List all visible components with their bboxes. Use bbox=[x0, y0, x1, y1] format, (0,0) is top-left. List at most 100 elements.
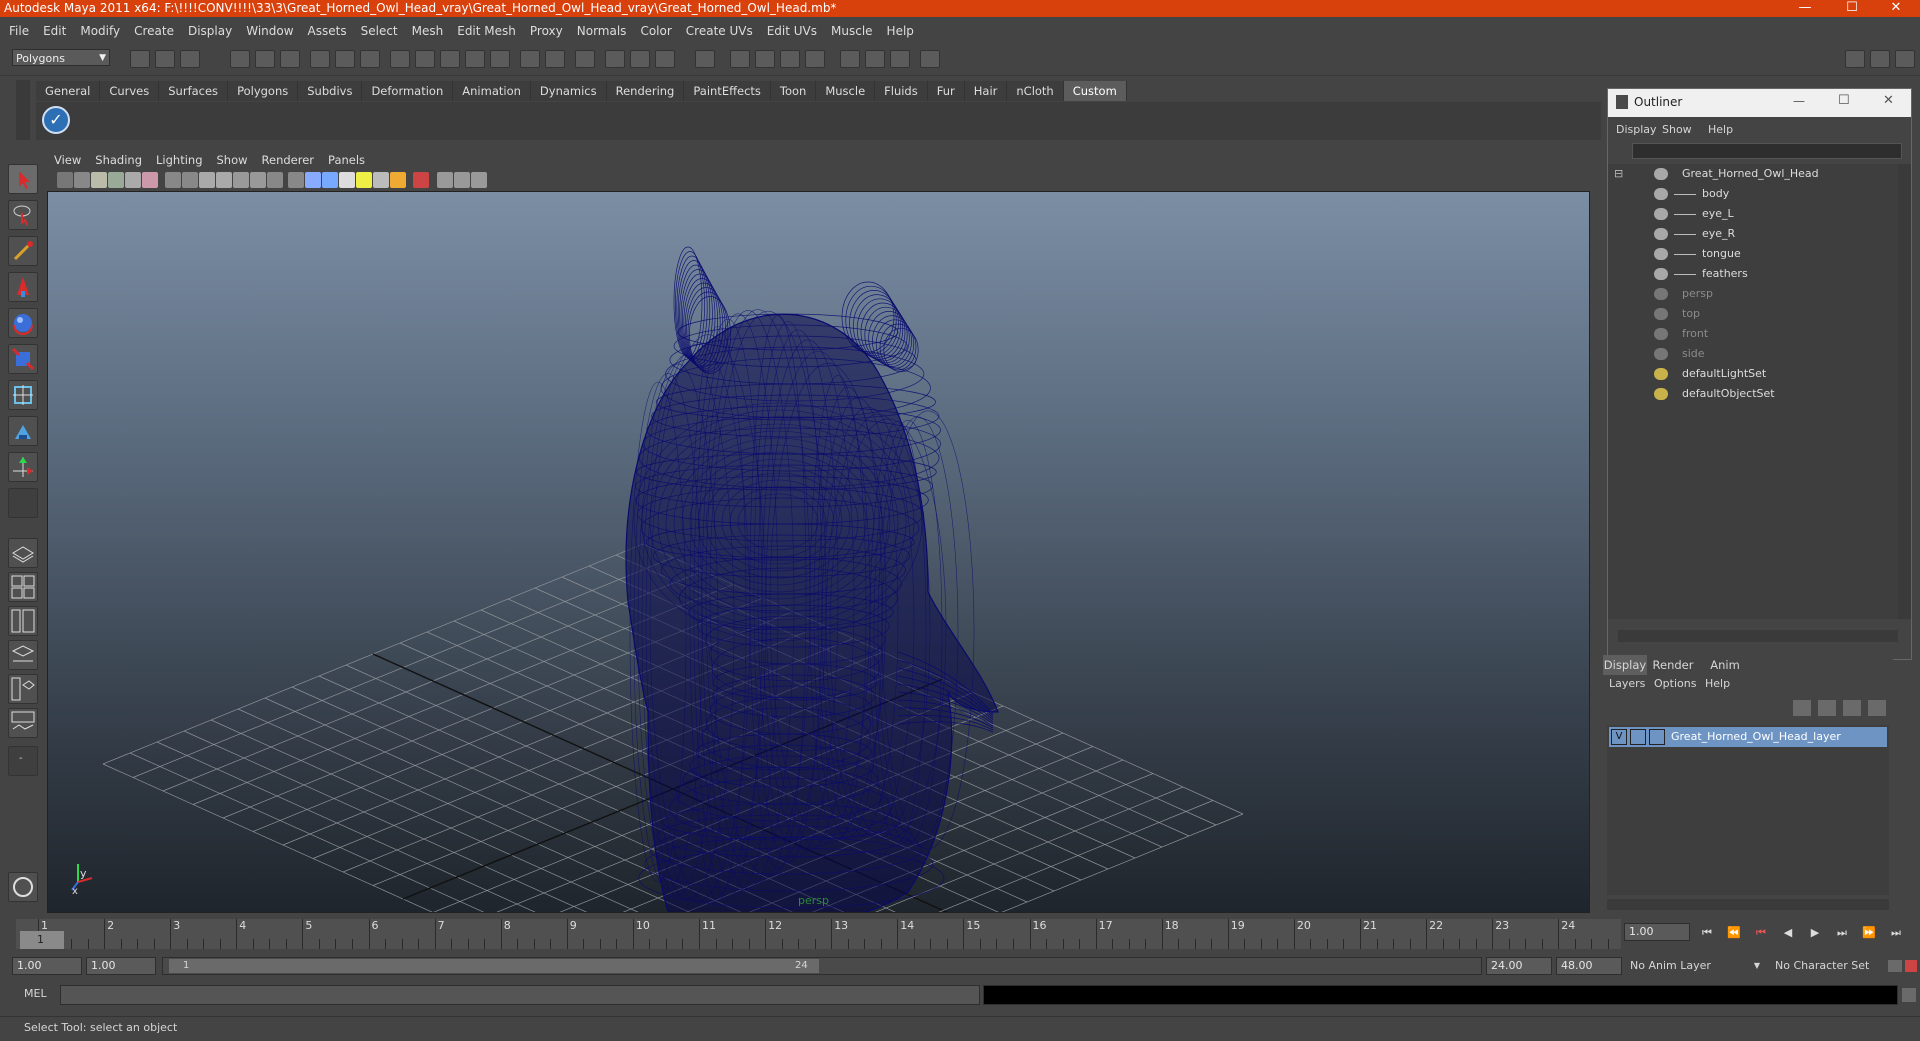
outliner-item-top[interactable]: top bbox=[1608, 304, 1898, 324]
animation-start-field[interactable]: 1.00 bbox=[12, 957, 82, 975]
key-icon[interactable] bbox=[1888, 960, 1902, 972]
render-settings-icon[interactable] bbox=[520, 50, 540, 68]
script-layout-icon[interactable] bbox=[8, 708, 38, 738]
viewport-tool-icon-10[interactable] bbox=[233, 172, 249, 188]
outliner-menu-show[interactable]: Show bbox=[1662, 123, 1692, 136]
hypershade-icon[interactable] bbox=[545, 50, 565, 68]
menu-proxy[interactable]: Proxy bbox=[523, 20, 570, 42]
show-manipulator-icon[interactable] bbox=[8, 452, 38, 482]
shelf-tab-fur[interactable]: Fur bbox=[927, 81, 965, 101]
minimize-button[interactable]: — bbox=[1785, 0, 1825, 17]
outliner-item-tongue[interactable]: tongue bbox=[1608, 244, 1898, 264]
character-set-dropdown[interactable]: No Character Set bbox=[1775, 957, 1885, 975]
layer-color-swatch[interactable] bbox=[1649, 729, 1665, 745]
lasso-tool-icon[interactable] bbox=[8, 200, 38, 230]
toolbar-button-20[interactable] bbox=[695, 50, 715, 68]
layer-sort-icon[interactable] bbox=[1868, 700, 1886, 716]
outliner-vertical-scrollbar[interactable] bbox=[1898, 164, 1911, 619]
menu-window[interactable]: Window bbox=[239, 20, 300, 42]
outliner-close-button[interactable]: ✕ bbox=[1883, 93, 1894, 108]
anim-layer-dropdown[interactable]: No Anim Layer ▼ bbox=[1630, 957, 1760, 975]
shelf-tab-ncloth[interactable]: nCloth bbox=[1007, 81, 1064, 101]
owl-head-wireframe[interactable] bbox=[625, 246, 999, 912]
scale-tool-icon[interactable] bbox=[8, 344, 38, 374]
outliner-item-eye-r[interactable]: eye_R bbox=[1608, 224, 1898, 244]
viewport-menu-show[interactable]: Show bbox=[210, 152, 255, 168]
open-scene-icon[interactable] bbox=[155, 50, 175, 68]
animation-end-field[interactable]: 48.00 bbox=[1556, 957, 1622, 975]
layer-menu-options[interactable]: Options bbox=[1654, 677, 1696, 690]
shelf-tab-dynamics[interactable]: Dynamics bbox=[530, 81, 607, 101]
menu-set-dropdown[interactable]: Polygons ▼ bbox=[12, 49, 110, 66]
shelf-tab-muscle[interactable]: Muscle bbox=[816, 81, 876, 101]
save-scene-icon[interactable] bbox=[180, 50, 200, 68]
history-icon[interactable] bbox=[440, 50, 460, 68]
viewport-menu-lighting[interactable]: Lighting bbox=[149, 152, 209, 168]
menu-modify[interactable]: Modify bbox=[73, 20, 127, 42]
viewport-menu-renderer[interactable]: Renderer bbox=[255, 152, 322, 168]
toolbar-button-25[interactable] bbox=[840, 50, 860, 68]
toggle-toolbox-icon[interactable] bbox=[605, 50, 625, 68]
shelf-tab-polygons[interactable]: Polygons bbox=[228, 81, 299, 101]
viewport-tool-icon-23[interactable] bbox=[471, 172, 487, 188]
viewport-tool-icon-13[interactable] bbox=[288, 172, 304, 188]
last-tool-slot[interactable] bbox=[8, 488, 38, 518]
mel-input[interactable] bbox=[60, 985, 980, 1005]
paint-tool-icon[interactable] bbox=[8, 236, 38, 266]
shelf-tab-toon[interactable]: Toon bbox=[770, 81, 817, 101]
viewport-tool-icon-1[interactable] bbox=[74, 172, 90, 188]
menu-help[interactable]: Help bbox=[880, 20, 921, 42]
layer-menu-help[interactable]: Help bbox=[1705, 677, 1730, 690]
go-to-end-icon[interactable]: ⏭ bbox=[1887, 924, 1905, 942]
checkmark-icon[interactable]: ✓ bbox=[42, 106, 70, 134]
menu-edit[interactable]: Edit bbox=[36, 20, 73, 42]
menu-select[interactable]: Select bbox=[354, 20, 405, 42]
graph-layout-icon[interactable] bbox=[8, 640, 38, 670]
shelf-tab-hair[interactable]: Hair bbox=[964, 81, 1008, 101]
layer-menu-layers[interactable]: Layers bbox=[1609, 677, 1645, 690]
viewport-tool-icon-9[interactable] bbox=[216, 172, 232, 188]
viewport-tool-icon-8[interactable] bbox=[199, 172, 215, 188]
hypershade-layout-icon[interactable] bbox=[8, 674, 38, 704]
toolbar-button-22[interactable] bbox=[755, 50, 775, 68]
toolbar-button-21[interactable] bbox=[730, 50, 750, 68]
single-pane-layout-icon[interactable] bbox=[8, 538, 38, 568]
menu-muscle[interactable]: Muscle bbox=[824, 20, 880, 42]
manipulator-tool-icon[interactable] bbox=[8, 380, 38, 410]
soft-mod-tool-icon[interactable] bbox=[8, 416, 38, 446]
outliner-menu-help[interactable]: Help bbox=[1708, 123, 1733, 136]
layer-type-toggle[interactable] bbox=[1630, 729, 1646, 745]
viewport-tool-icon-20[interactable] bbox=[413, 172, 429, 188]
close-button[interactable]: ✕ bbox=[1876, 0, 1916, 17]
viewport-tool-icon-3[interactable] bbox=[108, 172, 124, 188]
render-icon[interactable] bbox=[465, 50, 485, 68]
shelf-tab-general[interactable]: General bbox=[36, 81, 101, 101]
shelf-tab-subdivs[interactable]: Subdivs bbox=[298, 81, 363, 101]
viewport-tool-icon-7[interactable] bbox=[182, 172, 198, 188]
outliner-item-side[interactable]: side bbox=[1608, 344, 1898, 364]
snap-curve-icon[interactable] bbox=[335, 50, 355, 68]
viewport-menu-panels[interactable]: Panels bbox=[321, 152, 372, 168]
shelf-tab-custom[interactable]: Custom bbox=[1063, 81, 1127, 101]
select-object-icon[interactable] bbox=[255, 50, 275, 68]
layer-tab-render[interactable]: Render bbox=[1649, 655, 1697, 675]
toolbar-button-23[interactable] bbox=[780, 50, 800, 68]
play-forward-icon[interactable]: ▶ bbox=[1806, 924, 1824, 942]
viewport-tool-icon-17[interactable] bbox=[356, 172, 372, 188]
menu-normals[interactable]: Normals bbox=[570, 20, 634, 42]
select-component-icon[interactable] bbox=[280, 50, 300, 68]
auto-key-icon[interactable] bbox=[1905, 960, 1917, 972]
viewport-tool-icon-12[interactable] bbox=[267, 172, 283, 188]
select-tool-icon[interactable] bbox=[8, 164, 38, 194]
outliner-horizontal-scrollbar[interactable] bbox=[1618, 630, 1898, 642]
toggle-panel-icon[interactable] bbox=[575, 50, 595, 68]
channel-box-icon[interactable] bbox=[1895, 50, 1915, 68]
script-editor-icon[interactable] bbox=[1902, 988, 1916, 1002]
snap-surface-icon[interactable] bbox=[415, 50, 435, 68]
maximize-button[interactable]: ☐ bbox=[1832, 0, 1872, 17]
mel-label[interactable]: MEL bbox=[24, 987, 47, 1000]
viewport-tool-icon-5[interactable] bbox=[142, 172, 158, 188]
script-editor-icon[interactable] bbox=[8, 872, 38, 902]
step-back-frame-icon[interactable]: ⏮ bbox=[1752, 924, 1770, 942]
rotate-tool-icon[interactable] bbox=[8, 308, 38, 338]
